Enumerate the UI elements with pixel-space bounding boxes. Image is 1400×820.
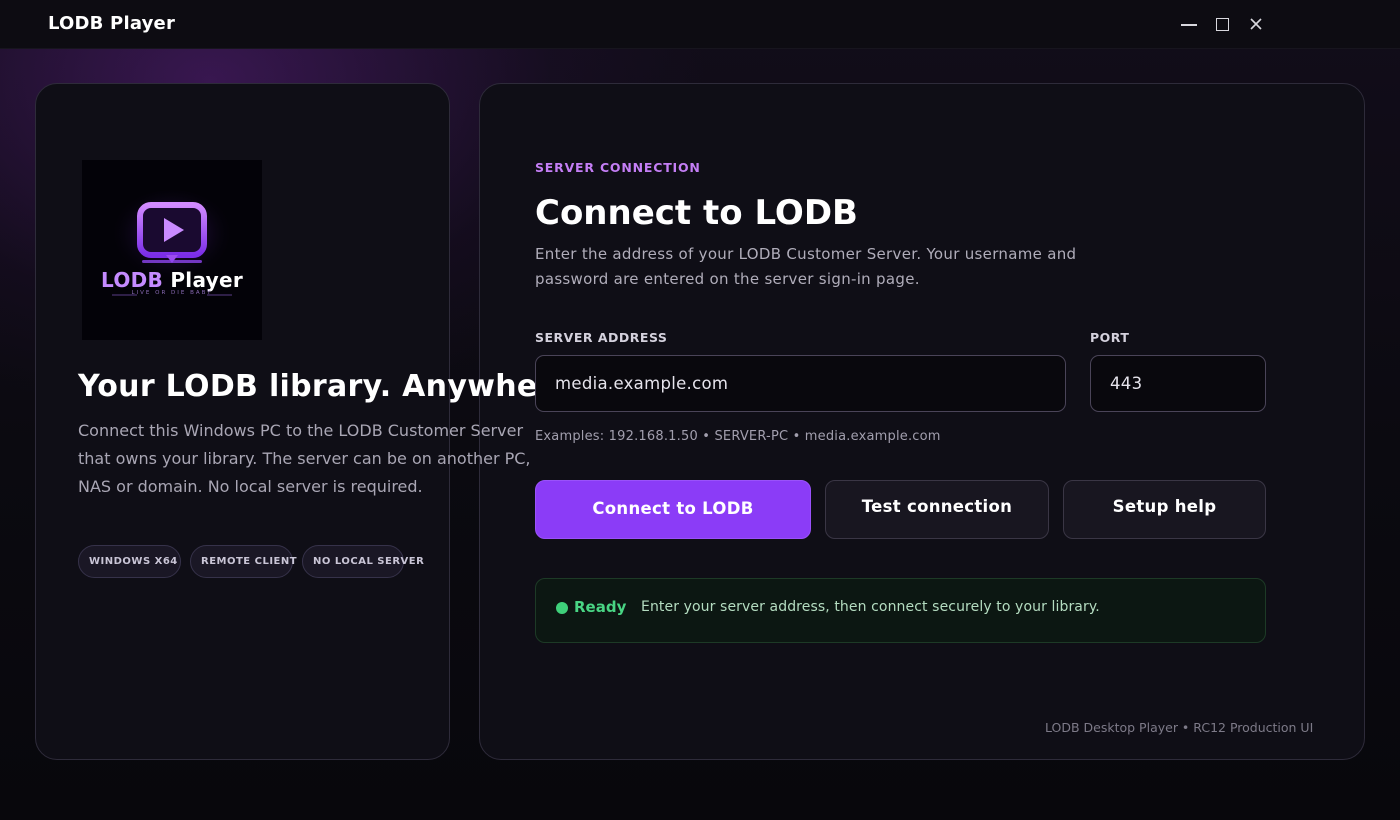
maximize-icon (1216, 18, 1229, 31)
chip-windows-x64: WINDOWS X64 (78, 545, 181, 578)
page-title: Connect to LODB (535, 193, 858, 233)
hero-title: Your LODB library. Anywhere. (78, 369, 585, 404)
port-input[interactable] (1090, 355, 1266, 412)
test-connection-button[interactable]: Test connection (825, 480, 1049, 539)
address-examples: Examples: 192.168.1.50 • SERVER-PC • med… (535, 429, 941, 444)
logo-tagline: LIVE OR DIE BABY (131, 290, 213, 296)
app-title: LODB Player (48, 13, 176, 34)
close-button[interactable] (1244, 12, 1268, 36)
chip-no-local-server: NO LOCAL SERVER (302, 545, 424, 578)
page-description: Enter the address of your LODB Customer … (535, 245, 1077, 288)
logo-wordmark: LODB Player (100, 268, 244, 292)
title-bar: LODB Player (0, 0, 1400, 49)
section-eyebrow: SERVER CONNECTION (535, 160, 701, 175)
app-logo: LODB Player LIVE OR DIE BABY (82, 160, 262, 340)
minimize-button[interactable] (1177, 12, 1201, 36)
status-banner: Ready Enter your server address, then co… (535, 578, 1266, 643)
setup-help-button[interactable]: Setup help (1063, 480, 1266, 539)
play-screen-icon (110, 190, 234, 296)
close-icon (1250, 18, 1262, 30)
minimize-icon (1181, 24, 1197, 26)
status-dot-icon (556, 602, 568, 614)
status-label: Ready (574, 598, 627, 616)
connect-button[interactable]: Connect to LODB (535, 480, 811, 539)
version-footer: LODB Desktop Player • RC12 Production UI (1045, 720, 1314, 735)
maximize-button[interactable] (1211, 12, 1235, 36)
server-address-input[interactable] (535, 355, 1066, 412)
hero-description: Connect this Windows PC to the LODB Cust… (78, 421, 531, 496)
connect-card (479, 83, 1365, 760)
chip-remote-client: REMOTE CLIENT (190, 545, 297, 578)
port-label: PORT (1090, 330, 1130, 345)
status-message: Enter your server address, then connect … (641, 599, 1100, 615)
server-address-label: SERVER ADDRESS (535, 330, 668, 345)
